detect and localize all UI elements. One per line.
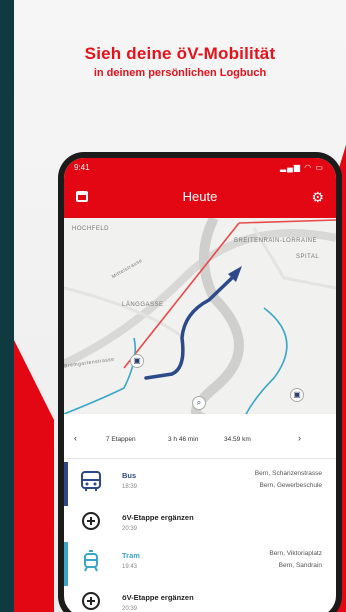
headline: Sieh deine öV-Mobilität in deinem persön… <box>14 44 346 79</box>
list-item-add-stage[interactable]: öV-Etappe ergänzen 20:39 <box>64 584 336 612</box>
add-circle-icon[interactable] <box>80 592 102 612</box>
status-time: 9:41 <box>74 163 90 172</box>
bus-stop-pin[interactable]: ▣ <box>130 354 144 368</box>
stop-pin[interactable]: ▣ <box>290 388 304 402</box>
app-bar: 9:41 ▂▄▆ ◠ ▭ Heute ⚙ <box>64 158 336 218</box>
phone-screen: 9:41 ▂▄▆ ◠ ▭ Heute ⚙ HOCHFELD BREITENRAI… <box>64 158 336 612</box>
map-label-hochfeld: HOCHFELD <box>72 226 110 232</box>
stage-to: Bern, Gewerbeschule <box>259 482 322 489</box>
stage-time: 19:43 <box>122 564 138 570</box>
search-pin[interactable]: ⌕ <box>192 396 206 410</box>
stage-type: Bus <box>122 471 137 480</box>
prev-day-chevron-icon[interactable]: ‹ <box>74 433 77 443</box>
headline-title: Sieh deine öV-Mobilität <box>84 44 276 63</box>
bus-icon <box>80 470 102 492</box>
phone-mockup: 9:41 ▂▄▆ ◠ ▭ Heute ⚙ HOCHFELD BREITENRAI… <box>58 152 342 612</box>
bus-stripe <box>64 462 68 506</box>
tram-icon <box>80 550 102 572</box>
summary-stages: 7 Etappen <box>106 436 136 443</box>
next-day-chevron-icon[interactable]: › <box>298 433 301 443</box>
stage-from: Bern, Schanzenstrasse <box>254 470 322 477</box>
trip-summary: ‹ 7 Etappen 3 h 46 min 34.59 km › <box>64 428 336 452</box>
stage-type: Tram <box>122 551 140 560</box>
tram-stripe <box>64 542 68 586</box>
list-item-bus[interactable]: Bus 18:39 Bern, Schanzenstrasse Bern, Ge… <box>64 462 336 506</box>
summary-duration: 3 h 46 min <box>168 436 199 443</box>
map-label-spital: SPITAL <box>296 254 320 260</box>
list-item-tram[interactable]: Tram 19:43 Bern, Viktoriaplatz Bern, San… <box>64 542 336 586</box>
page-title: Heute <box>182 189 218 204</box>
map-drawing <box>64 218 336 414</box>
signal-wifi-battery-icon: ▂▄▆ ◠ ▭ <box>280 163 324 172</box>
status-bar: 9:41 ▂▄▆ ◠ ▭ <box>74 163 324 175</box>
map-label-breitenrain: BREITENRAIN-LORRAINE <box>234 238 318 244</box>
summary-distance: 34.59 km <box>224 436 251 443</box>
add-stage-label: öV-Etappe ergänzen <box>122 513 194 522</box>
divider <box>64 458 336 459</box>
add-stage-time: 20:39 <box>122 606 138 612</box>
stage-from: Bern, Viktoriaplatz <box>269 550 322 557</box>
gear-icon[interactable]: ⚙ <box>311 190 324 204</box>
add-circle-icon[interactable] <box>80 512 102 534</box>
map-view[interactable]: HOCHFELD BREITENRAIN-LORRAINE SPITAL LÄN… <box>64 218 336 414</box>
map-label-laenggasse: LÄNGGASSE <box>122 302 164 308</box>
headline-subtitle: in deinem persönlichen Logbuch <box>93 67 267 79</box>
stage-to: Bern, Sandrain <box>278 562 322 569</box>
add-stage-label: öV-Etappe ergänzen <box>122 593 194 602</box>
stage-time: 18:39 <box>122 484 138 490</box>
add-stage-time: 20:39 <box>122 526 138 532</box>
promo-card: Sieh deine öV-Mobilität in deinem persön… <box>14 0 346 612</box>
